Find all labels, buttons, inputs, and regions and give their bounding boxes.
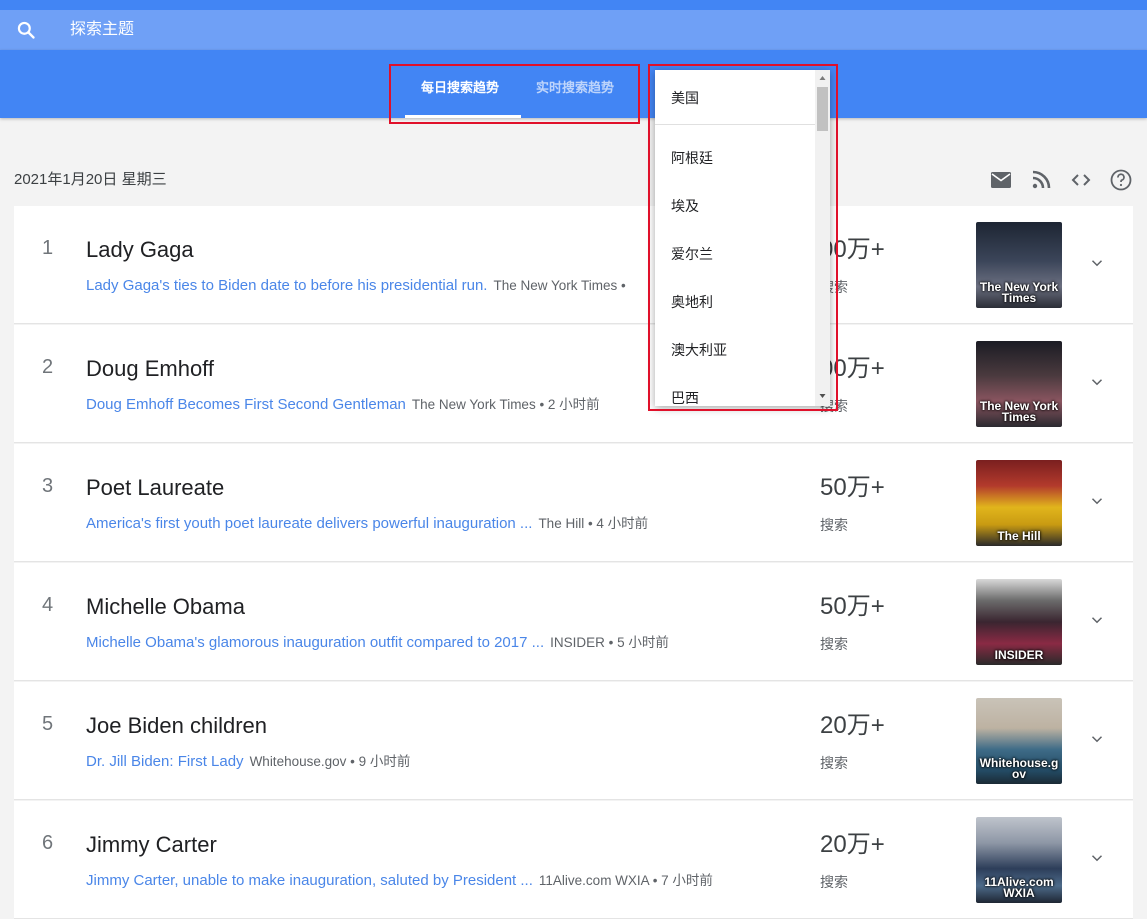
trend-source: The Hill • 4 小时前 bbox=[538, 516, 649, 531]
thumbnail-caption: Whitehouse.g ov bbox=[979, 756, 1059, 781]
trend-source: The New York Times • 2 小时前 bbox=[411, 397, 600, 412]
trend-article-link[interactable]: Dr. Jill Biden: First Lady bbox=[86, 753, 244, 770]
chevron-down-icon[interactable] bbox=[1088, 254, 1106, 272]
trend-card[interactable]: 2 Doug Emhoff Doug Emhoff Becomes First … bbox=[14, 325, 1133, 443]
trend-article-link[interactable]: Doug Emhoff Becomes First Second Gentlem… bbox=[86, 396, 406, 413]
trend-title[interactable]: Doug Emhoff bbox=[86, 355, 214, 383]
trend-title[interactable]: Michelle Obama bbox=[86, 593, 245, 621]
trend-rank: 3 bbox=[42, 475, 54, 497]
trend-search-count-label: 搜索 bbox=[820, 636, 848, 652]
search-bar[interactable]: 探索主题 bbox=[0, 10, 1147, 50]
search-icon[interactable] bbox=[16, 20, 36, 40]
date-label: 2021年1月20日 星期三 bbox=[14, 171, 167, 188]
thumbnail-caption: INSIDER bbox=[994, 648, 1044, 662]
trend-card[interactable]: 3 Poet Laureate America's first youth po… bbox=[14, 444, 1133, 562]
chevron-down-icon[interactable] bbox=[1088, 492, 1106, 510]
trend-search-count: 50万+ bbox=[820, 474, 885, 501]
trend-card[interactable]: 1 Lady Gaga Lady Gaga's ties to Biden da… bbox=[14, 206, 1133, 324]
trend-subline: Michelle Obama's glamorous inauguration … bbox=[86, 633, 786, 653]
help-icon[interactable] bbox=[1109, 168, 1133, 192]
trend-source: Whitehouse.gov • 9 小时前 bbox=[249, 754, 411, 769]
trend-search-count: 50万+ bbox=[820, 593, 885, 620]
trend-rank: 2 bbox=[42, 356, 54, 378]
trend-source: INSIDER • 5 小时前 bbox=[550, 635, 669, 650]
thumbnail-caption: The Hill bbox=[997, 529, 1041, 543]
chevron-down-icon[interactable] bbox=[1088, 730, 1106, 748]
rss-icon[interactable] bbox=[1029, 168, 1053, 192]
trend-card[interactable]: 6 Jimmy Carter Jimmy Carter, unable to m… bbox=[14, 801, 1133, 919]
trend-subline: Jimmy Carter, unable to make inauguratio… bbox=[86, 871, 786, 891]
thumbnail-caption: 11Alive.com WXIA bbox=[984, 875, 1054, 900]
trend-search-count-label: 搜索 bbox=[820, 755, 848, 771]
thumbnail-caption: The New York Times bbox=[979, 399, 1059, 424]
chevron-down-icon[interactable] bbox=[1088, 373, 1106, 391]
chevron-down-icon[interactable] bbox=[1088, 611, 1106, 629]
trend-rank: 5 bbox=[42, 713, 54, 735]
trend-article-link[interactable]: Michelle Obama's glamorous inauguration … bbox=[86, 634, 544, 651]
tabs-highlight-box bbox=[389, 64, 640, 124]
trend-subline: Dr. Jill Biden: First Lady Whitehouse.gov… bbox=[86, 752, 786, 772]
dropdown-highlight-box bbox=[648, 64, 838, 411]
trend-search-count: 20万+ bbox=[820, 712, 885, 739]
trend-search-count: 20万+ bbox=[820, 831, 885, 858]
trend-thumbnail[interactable]: INSIDER bbox=[976, 579, 1062, 665]
trend-rank: 1 bbox=[42, 237, 54, 259]
email-icon[interactable] bbox=[989, 168, 1013, 192]
trend-rank: 6 bbox=[42, 832, 54, 854]
trend-article-link[interactable]: America's first youth poet laureate deli… bbox=[86, 515, 532, 532]
trend-source: 11Alive.com WXIA • 7 小时前 bbox=[538, 873, 713, 888]
trend-thumbnail[interactable]: Whitehouse.g ov bbox=[976, 698, 1062, 784]
trend-article-link[interactable]: Lady Gaga's ties to Biden date to before… bbox=[86, 277, 487, 294]
trend-search-count-label: 搜索 bbox=[820, 517, 848, 533]
trend-title[interactable]: Lady Gaga bbox=[86, 236, 194, 264]
trend-thumbnail[interactable]: 11Alive.com WXIA bbox=[976, 817, 1062, 903]
trend-thumbnail[interactable]: The New York Times bbox=[976, 341, 1062, 427]
trend-rank: 4 bbox=[42, 594, 54, 616]
trend-thumbnail[interactable]: The New York Times bbox=[976, 222, 1062, 308]
trend-title[interactable]: Joe Biden children bbox=[86, 712, 267, 740]
trend-subline: America's first youth poet laureate deli… bbox=[86, 514, 786, 534]
trend-article-link[interactable]: Jimmy Carter, unable to make inauguratio… bbox=[86, 872, 533, 889]
trend-card[interactable]: 4 Michelle Obama Michelle Obama's glamor… bbox=[14, 563, 1133, 681]
trend-source: The New York Times • bbox=[493, 278, 626, 293]
embed-code-icon[interactable] bbox=[1069, 168, 1093, 192]
chevron-down-icon[interactable] bbox=[1088, 849, 1106, 867]
trend-thumbnail[interactable]: The Hill bbox=[976, 460, 1062, 546]
top-strip bbox=[0, 0, 1147, 10]
trend-search-count-label: 搜索 bbox=[820, 874, 848, 890]
trend-card[interactable]: 5 Joe Biden children Dr. Jill Biden: Fir… bbox=[14, 682, 1133, 800]
trend-title[interactable]: Poet Laureate bbox=[86, 474, 224, 502]
search-input[interactable]: 探索主题 bbox=[70, 20, 134, 40]
trend-title[interactable]: Jimmy Carter bbox=[86, 831, 217, 859]
thumbnail-caption: The New York Times bbox=[979, 280, 1059, 305]
